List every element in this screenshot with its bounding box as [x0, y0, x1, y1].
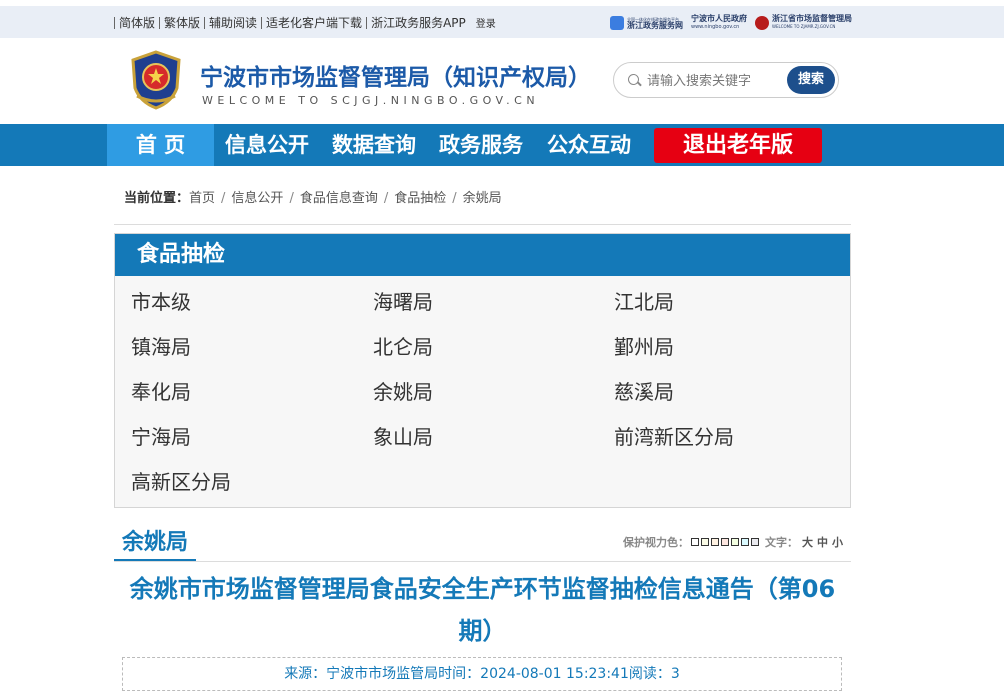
- category-item[interactable]: 象山局: [373, 421, 433, 450]
- font-small-button[interactable]: 小: [832, 534, 843, 550]
- category-item[interactable]: 镇海局: [131, 331, 191, 360]
- color-swatch[interactable]: [711, 537, 719, 546]
- zjzwfw-line2: 浙江政务服务网: [627, 20, 683, 30]
- color-swatch[interactable]: [701, 537, 709, 546]
- assisted-reading-link[interactable]: 辅助阅读: [204, 16, 261, 29]
- search-icon: [628, 74, 639, 85]
- breadcrumb-separator: /: [289, 191, 294, 206]
- search-input[interactable]: [647, 71, 787, 91]
- site-title: 宁波市市场监督管理局（知识产权局）: [200, 65, 591, 91]
- color-swatch[interactable]: [741, 537, 749, 546]
- category-item[interactable]: 慈溪局: [614, 376, 674, 405]
- section-divider: [114, 561, 851, 562]
- font-large-button[interactable]: 大: [802, 534, 813, 550]
- category-item[interactable]: 江北局: [614, 286, 674, 315]
- zjamr-line2: WELCOME TO ZJAMR.ZJ.GOV.CN: [772, 24, 836, 29]
- category-title: 食品抽检: [115, 234, 850, 276]
- category-item[interactable]: 鄞州局: [614, 331, 674, 360]
- section-title: 余姚局: [114, 520, 197, 562]
- login-link[interactable]: 登录: [470, 15, 496, 30]
- breadcrumb-separator: /: [452, 191, 457, 206]
- traditional-link[interactable]: 繁体版: [159, 16, 204, 29]
- zjamr-logo[interactable]: 浙江省市场监督管理局 WELCOME TO ZJAMR.ZJ.GOV.CN: [755, 15, 852, 31]
- ningbo-gov-line1: 宁波市人民政府: [691, 14, 747, 23]
- breadcrumb-separator: /: [221, 191, 226, 206]
- color-swatch[interactable]: [691, 537, 699, 546]
- category-item[interactable]: 余姚局: [373, 376, 433, 405]
- category-item[interactable]: 海曙局: [373, 286, 433, 315]
- reading-tools: 保护视力色： 文字： 大 中 小: [623, 534, 843, 550]
- breadcrumb-food-info[interactable]: 食品信息查询: [300, 191, 378, 206]
- eye-protect-label: 保护视力色：: [623, 536, 689, 549]
- article-meta: 来源：宁波市市场监管局时间：2024-08-01 15:23:41阅读：3: [122, 657, 842, 691]
- breadcrumb-label: 当前位置：: [124, 191, 190, 206]
- color-swatch[interactable]: [731, 537, 739, 546]
- category-item[interactable]: 市本级: [131, 286, 191, 315]
- category-panel: 食品抽检 市本级 海曙局 江北局 镇海局 北仑局 鄞州局 奉化局 余姚局 慈溪局…: [114, 233, 851, 508]
- zjamr-line1: 浙江省市场监督管理局: [772, 14, 852, 23]
- breadcrumb-home[interactable]: 首页: [189, 191, 215, 206]
- category-item[interactable]: 北仑局: [373, 331, 433, 360]
- top-bar: 简体版 繁体版 辅助阅读 适老化客户端下载 浙江政务服务APP 登录 全国一体化…: [0, 0, 1004, 38]
- color-swatches: [689, 536, 759, 549]
- breadcrumb: 当前位置：首页 / 信息公开 / 食品信息查询 / 食品抽检 / 余姚局: [124, 187, 502, 206]
- search-box: 搜索: [613, 62, 839, 98]
- zjzwfw-icon: [610, 16, 624, 30]
- zhejiang-app-link[interactable]: 浙江政务服务APP: [366, 16, 470, 29]
- breadcrumb-info-public[interactable]: 信息公开: [231, 191, 283, 206]
- market-supervision-emblem-icon: [131, 50, 181, 110]
- header: 宁波市市场监督管理局（知识产权局） WELCOME TO SCJGJ.NINGB…: [0, 38, 1004, 124]
- simplified-link[interactable]: 简体版: [114, 16, 159, 29]
- zjamr-emblem-icon: [755, 16, 769, 30]
- divider: [114, 224, 851, 225]
- nav-item-data-query[interactable]: 数据查询: [320, 124, 428, 166]
- top-links: 简体版 繁体版 辅助阅读 适老化客户端下载 浙江政务服务APP 登录: [114, 15, 496, 30]
- main-nav: 首 页 信息公开 数据查询 政务服务 公众互动 退出老年版: [0, 124, 1004, 166]
- category-item[interactable]: 高新区分局: [131, 466, 231, 495]
- category-item[interactable]: 宁海局: [131, 421, 191, 450]
- breadcrumb-current[interactable]: 余姚局: [463, 191, 502, 206]
- category-item[interactable]: 前湾新区分局: [614, 421, 734, 450]
- nav-item-info-public[interactable]: 信息公开: [214, 124, 320, 166]
- ningbo-gov-logo[interactable]: 宁波市人民政府 www.ningbo.gov.cn: [691, 15, 747, 31]
- search-button[interactable]: 搜索: [787, 66, 835, 94]
- site-subtitle: WELCOME TO SCJGJ.NINGBO.GOV.CN: [202, 94, 540, 107]
- elderly-client-download-link[interactable]: 适老化客户端下载: [261, 16, 366, 29]
- font-size-label: 文字：: [765, 536, 798, 549]
- exit-elderly-mode-button[interactable]: 退出老年版: [654, 128, 822, 163]
- category-item[interactable]: 奉化局: [131, 376, 191, 405]
- nav-item-gov-service[interactable]: 政务服务: [428, 124, 534, 166]
- color-swatch[interactable]: [751, 537, 759, 546]
- breadcrumb-separator: /: [383, 191, 389, 206]
- color-swatch[interactable]: [721, 537, 729, 546]
- ningbo-gov-line2: www.ningbo.gov.cn: [691, 24, 740, 30]
- font-medium-button[interactable]: 中: [817, 534, 828, 550]
- article-title: 余姚市市场监督管理局食品安全生产环节监督抽检信息通告（第06期）: [129, 575, 836, 645]
- partner-logos: 全国一体化在线政务服务平台 浙江政务服务网 宁波市人民政府 www.ningbo.g…: [610, 15, 852, 31]
- nav-item-public-interaction[interactable]: 公众互动: [534, 124, 644, 166]
- breadcrumb-food-sampling[interactable]: 食品抽检: [394, 191, 446, 206]
- zjzwfw-logo[interactable]: 全国一体化在线政务服务平台 浙江政务服务网: [610, 16, 683, 30]
- nav-item-home[interactable]: 首 页: [107, 124, 214, 166]
